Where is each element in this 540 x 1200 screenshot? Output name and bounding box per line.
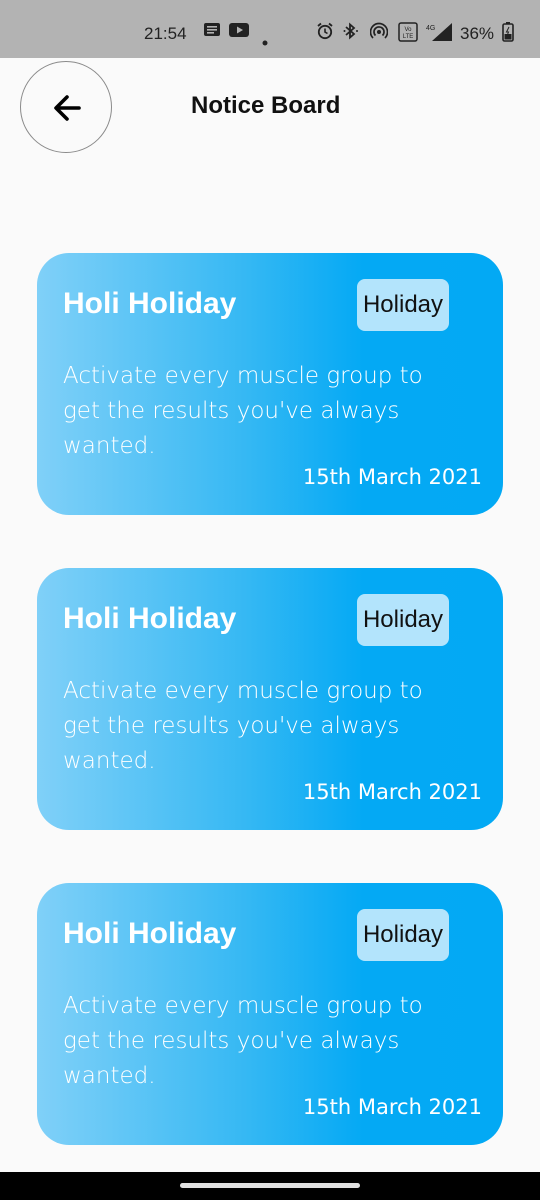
category-badge: Holiday <box>357 279 449 331</box>
category-badge: Holiday <box>357 594 449 646</box>
notice-date: 15th March 2021 <box>302 780 482 804</box>
back-button[interactable] <box>20 61 112 153</box>
notice-date: 15th March 2021 <box>302 1095 482 1119</box>
notice-card[interactable]: Holi Holiday Holiday Activate every musc… <box>37 568 503 830</box>
battery-icon <box>502 22 514 46</box>
signal-icon: 4G <box>424 22 454 46</box>
notice-description: Activate every muscle group to get the r… <box>63 363 423 459</box>
status-bar: 21:54 Vo LTE 4G 36% <box>0 0 540 58</box>
message-icon <box>203 22 221 42</box>
dot-icon <box>262 31 268 50</box>
navigation-bar <box>0 1172 540 1200</box>
battery-percent: 36% <box>460 24 495 43</box>
volte-icon: Vo LTE <box>398 22 418 46</box>
svg-text:LTE: LTE <box>403 34 414 40</box>
network-label: 4G <box>426 25 435 32</box>
category-badge: Holiday <box>357 909 449 961</box>
notice-title: Holi Holiday <box>63 287 237 320</box>
notice-description: Activate every muscle group to get the r… <box>63 678 423 774</box>
arrow-left-icon <box>54 95 81 121</box>
notice-title: Holi Holiday <box>63 602 237 635</box>
notice-card[interactable]: Holi Holiday Holiday Activate every musc… <box>37 883 503 1145</box>
youtube-icon <box>229 22 249 42</box>
page-title: Notice Board <box>191 92 341 119</box>
notice-date: 15th March 2021 <box>302 465 482 489</box>
notice-card[interactable]: Holi Holiday Holiday Activate every musc… <box>37 253 503 515</box>
bluetooth-icon <box>343 22 359 44</box>
notice-title: Holi Holiday <box>63 917 237 950</box>
home-indicator[interactable] <box>180 1183 360 1188</box>
hotspot-icon <box>369 22 389 44</box>
svg-text:Vo: Vo <box>404 27 412 33</box>
status-time: 21:54 <box>144 24 187 43</box>
alarm-icon <box>316 22 334 44</box>
notice-description: Activate every muscle group to get the r… <box>63 993 423 1089</box>
